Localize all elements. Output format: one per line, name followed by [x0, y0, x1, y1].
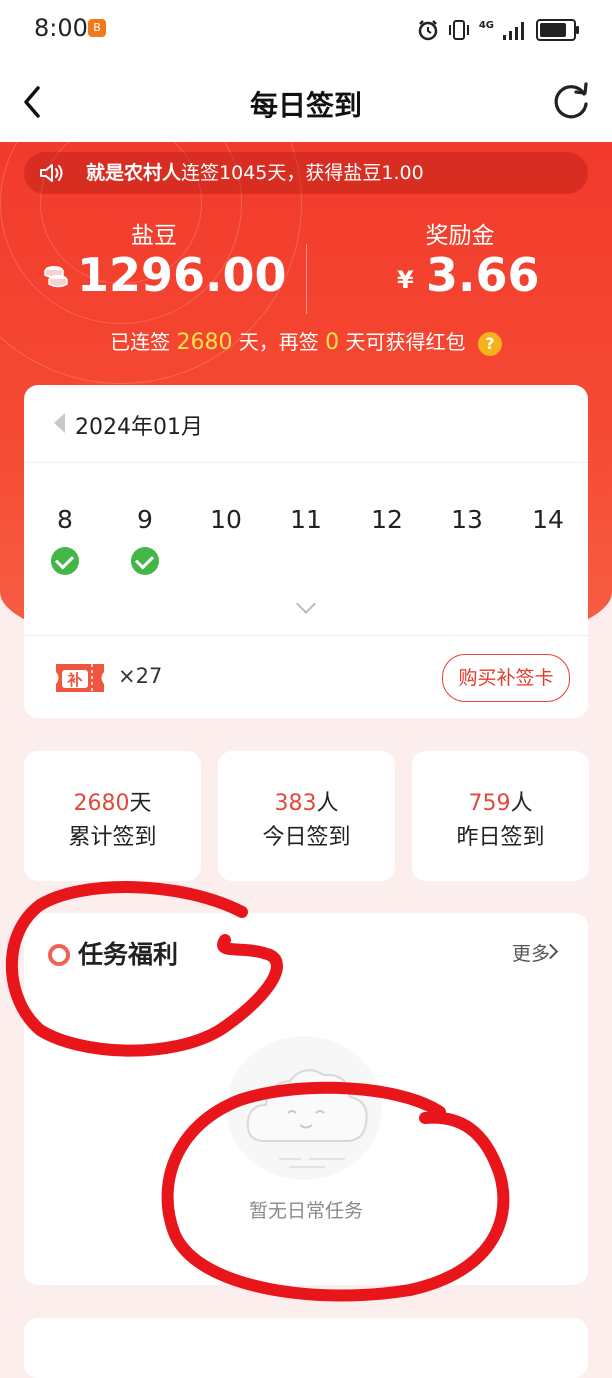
alarm-icon	[418, 20, 438, 41]
prev-month-icon[interactable]	[54, 413, 65, 433]
streak-days: 2680	[176, 330, 233, 355]
ticket-label: 补	[66, 671, 82, 689]
beans-label: 盐豆	[131, 223, 177, 249]
streak-remaining: 0	[325, 330, 340, 355]
makeup-card-row: 补 ×27 购买补签卡	[24, 635, 588, 719]
status-bar: 8:00 B 4G	[0, 0, 612, 62]
stat-caption: 今日签到	[262, 825, 351, 850]
day-9[interactable]: 9	[115, 505, 175, 534]
stat-yesterday-signin: 759人 昨日签到	[412, 751, 589, 881]
stat-unit: 天	[129, 791, 152, 816]
streak-middle: 天，再签	[238, 330, 319, 354]
day-12[interactable]: 12	[357, 505, 417, 534]
signal-icon	[503, 22, 524, 40]
task-section-title: 任务福利	[78, 940, 179, 969]
network-label: 4G	[478, 19, 494, 31]
signin-notice-banner: 就是农村人连签1045天，获得盐豆1.00	[24, 152, 588, 194]
nav-bar: 每日签到	[0, 62, 612, 142]
notice-message: 连签1045天，获得盐豆1.00	[181, 162, 424, 184]
currency-symbol: ¥	[397, 266, 414, 294]
status-icons: 4G	[417, 16, 579, 44]
battery-icon	[536, 19, 579, 41]
bonus-value: 3.66	[426, 248, 540, 302]
streak-prefix: 已连签	[110, 330, 171, 354]
week-days: 8 9 10 11 12 13 14	[24, 505, 588, 587]
task-welfare-card: 任务福利 更多 暂无日常任务	[24, 913, 588, 1285]
page-title: 每日签到	[249, 89, 362, 122]
makeup-ticket-icon: 补	[56, 664, 104, 692]
stat-value: 383	[274, 791, 317, 816]
notice-user: 就是农村人	[86, 162, 182, 184]
stat-unit: 人	[316, 791, 339, 816]
streak-suffix: 天可获得红包	[345, 330, 466, 354]
month-header: 2024年01月	[24, 385, 588, 463]
makeup-card-count: ×27	[118, 664, 163, 688]
stat-caption: 累计签到	[68, 825, 157, 850]
check-icon	[51, 547, 79, 575]
stat-caption: 昨日签到	[456, 825, 545, 850]
bonus-label: 奖励金	[425, 223, 495, 249]
speaker-icon	[40, 164, 63, 182]
day-14[interactable]: 14	[518, 505, 578, 534]
streak-info: 已连签 2680 天，再签 0 天可获得红包 ?	[0, 326, 612, 356]
stat-value: 759	[468, 791, 511, 816]
day-10[interactable]: 10	[196, 505, 256, 534]
buy-makeup-card-button[interactable]: 购买补签卡	[442, 654, 570, 702]
notice-text: 就是农村人连签1045天，获得盐豆1.00	[86, 152, 424, 194]
day-11[interactable]: 11	[276, 505, 336, 534]
section-dot-icon	[48, 944, 70, 966]
refresh-icon[interactable]	[550, 80, 592, 122]
empty-task-message: 暂无日常任务	[248, 1200, 363, 1222]
status-time: 8:00	[34, 14, 88, 42]
month-label: 2024年01月	[75, 415, 203, 440]
expand-calendar-icon[interactable]	[296, 594, 316, 614]
check-icon	[131, 547, 159, 575]
vibrate-icon	[448, 20, 469, 40]
coin-stack-icon	[44, 266, 68, 288]
day-8[interactable]: 8	[35, 505, 95, 534]
stat-total-signin: 2680天 累计签到	[24, 751, 201, 881]
stat-value: 2680	[73, 791, 130, 816]
day-13[interactable]: 13	[437, 505, 497, 534]
beans-value: 1296.00	[77, 248, 287, 302]
stat-unit: 人	[510, 791, 533, 816]
help-icon[interactable]: ?	[477, 331, 502, 356]
next-section-card	[24, 1318, 588, 1378]
balance-divider	[306, 244, 307, 314]
empty-state-cloud-icon	[226, 1036, 382, 1180]
calendar-card: 2024年01月 8 9 10 11 12 13 14 补 ×27 购买补签卡	[24, 385, 588, 718]
stat-today-signin: 383人 今日签到	[218, 751, 395, 881]
app-notification-icon: B	[88, 19, 106, 37]
